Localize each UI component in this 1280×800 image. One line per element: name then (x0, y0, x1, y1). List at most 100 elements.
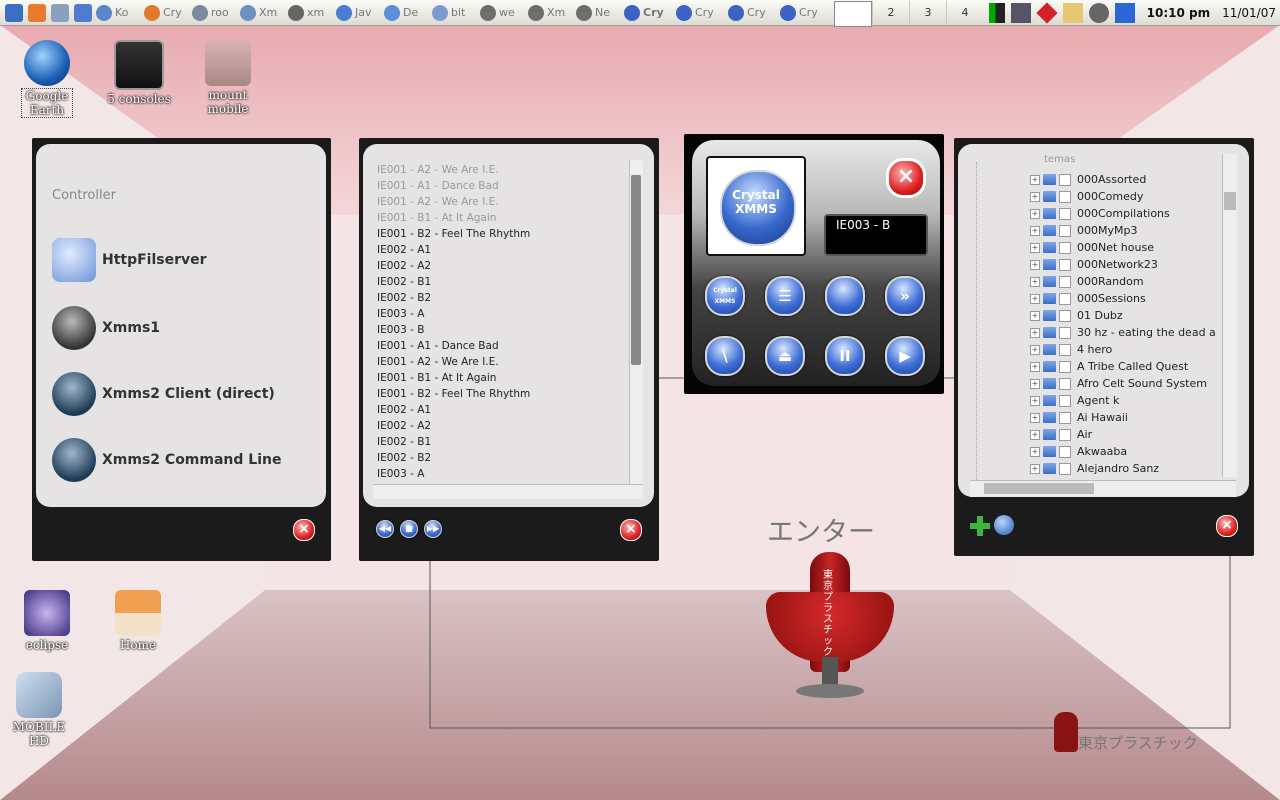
playlist-row[interactable]: IE001 - A1 - Dance Bad (377, 180, 499, 192)
playlist-row[interactable]: IE002 - A1 (377, 244, 431, 256)
expand-icon[interactable]: + (1030, 259, 1040, 270)
tree-item[interactable]: + Alejandro Sanz (1030, 460, 1159, 477)
playlist-row[interactable]: IE001 - A2 - We Are I.E. (377, 164, 499, 176)
tree-hscrollbar[interactable] (970, 480, 1236, 497)
expand-icon[interactable]: + (1030, 327, 1040, 338)
taskbar-task[interactable]: Ko (96, 2, 140, 24)
playlist-row[interactable]: IE001 - B1 - At It Again (377, 372, 496, 384)
previous-button[interactable]: ◀◀ (376, 520, 394, 538)
tree-scrollbar[interactable] (1222, 154, 1237, 477)
taskbar-task[interactable]: xm (288, 2, 332, 24)
tree-item[interactable]: +000Compilations (1030, 205, 1170, 222)
playlist-row[interactable]: IE001 - B2 - Feel The Rhythm (377, 228, 530, 240)
tree-item-checkbox[interactable] (1059, 462, 1071, 475)
tree-item-checkbox[interactable] (1059, 377, 1071, 390)
tree-item-checkbox[interactable] (1059, 292, 1071, 305)
blank-button[interactable] (825, 276, 865, 316)
expand-icon[interactable]: + (1030, 276, 1040, 287)
tree-item[interactable]: + Ai Hawaii (1030, 409, 1128, 426)
tree-item[interactable]: + Agent k (1030, 392, 1119, 409)
expand-icon[interactable]: + (1030, 395, 1040, 406)
pager-desktop-2[interactable]: 2 (872, 0, 909, 25)
taskbar-task[interactable]: Cry (728, 2, 776, 24)
taskbar-task[interactable]: Cry (676, 2, 724, 24)
tree-item-checkbox[interactable] (1059, 241, 1071, 254)
taskbar-task[interactable]: Cry (144, 2, 188, 24)
tree-item[interactable]: +000Assorted (1030, 171, 1146, 188)
next-button[interactable]: ▶▶ (424, 520, 442, 538)
add-icon[interactable] (970, 516, 990, 536)
playlist-row[interactable]: IE002 - B1 (377, 436, 431, 448)
expand-icon[interactable]: + (1030, 463, 1040, 474)
playlist-row[interactable]: IE001 - A2 - We Are I.E. (377, 356, 499, 368)
taskbar-task[interactable]: Cry (780, 2, 828, 24)
show-desktop-icon[interactable] (51, 3, 69, 22)
tree-item-checkbox[interactable] (1059, 360, 1071, 373)
tree-item[interactable]: +000Sessions (1030, 290, 1146, 307)
playlist-row[interactable]: IE002 - B1 (377, 276, 431, 288)
tree-item[interactable]: +30 hz - eating the dead a (1030, 324, 1216, 341)
expand-icon[interactable]: + (1030, 429, 1040, 440)
taskbar-task[interactable]: bit (432, 2, 476, 24)
taskbar-task[interactable]: we (480, 2, 524, 24)
klipper-icon[interactable] (1062, 2, 1083, 23)
play-button[interactable]: ▶ (885, 336, 925, 376)
tree-item-checkbox[interactable] (1059, 326, 1071, 339)
playlist-scrollbar[interactable] (629, 160, 643, 484)
tree-item-checkbox[interactable] (1059, 394, 1071, 407)
expand-icon[interactable]: + (1030, 208, 1040, 219)
playlist-row[interactable]: IE002 - A1 (377, 404, 431, 416)
playlist-row[interactable]: IE001 - B2 - Feel The Rhythm (377, 388, 530, 400)
playlist-button[interactable]: ☰ (765, 276, 805, 316)
tree-item[interactable]: +4 hero (1030, 341, 1112, 358)
launcher-item-xmms1[interactable]: Xmms1 (52, 306, 160, 350)
expand-icon[interactable]: + (1030, 174, 1040, 185)
tree-item-checkbox[interactable] (1059, 207, 1071, 220)
tree-item-checkbox[interactable] (1059, 190, 1071, 203)
tree-item[interactable]: +000Comedy (1030, 188, 1143, 205)
playlist-row[interactable]: IE001 - B1 - At It Again (377, 212, 496, 224)
tree-item-checkbox[interactable] (1059, 275, 1071, 288)
taskbar-task[interactable]: roo (192, 2, 236, 24)
expand-icon[interactable]: + (1030, 310, 1040, 321)
playlist-row[interactable]: IE003 - A (377, 308, 424, 320)
close-icon[interactable]: × (620, 519, 642, 541)
desktop-icon-mobile-hd[interactable]: MOBILE HD (0, 672, 79, 748)
pager-desktop-3[interactable]: 3 (909, 0, 946, 25)
pager-desktop-4[interactable]: 4 (946, 0, 983, 25)
playlist-row[interactable]: IE002 - B2 (377, 292, 431, 304)
close-icon[interactable]: × (886, 158, 926, 198)
expand-icon[interactable]: + (1030, 344, 1040, 355)
wireless-icon[interactable] (1088, 2, 1109, 23)
stop-button[interactable]: ■ (400, 520, 418, 538)
taskbar-task[interactable]: Xm (528, 2, 572, 24)
k-menu-icon[interactable] (5, 3, 23, 22)
battery-icon[interactable] (988, 2, 1005, 23)
playlist-row[interactable]: IE002 - A2 (377, 420, 431, 432)
pause-button[interactable]: II (825, 336, 865, 376)
tree-item[interactable]: +000Network23 (1030, 256, 1158, 273)
tree-item[interactable]: + Afro Celt Sound System (1030, 375, 1207, 392)
eject-button[interactable]: ⏏ (765, 336, 805, 376)
expand-icon[interactable]: + (1030, 242, 1040, 253)
tree-item[interactable]: + Air (1030, 426, 1092, 443)
expand-icon[interactable]: + (1030, 412, 1040, 423)
tree-item-checkbox[interactable] (1059, 411, 1071, 424)
tree-item-checkbox[interactable] (1059, 173, 1071, 186)
desktop-icon-mount-mobile[interactable]: mount mobile (188, 40, 268, 116)
desktop-icon-home[interactable]: Home (98, 590, 178, 652)
playlist[interactable]: IE001 - A2 - We Are I.E. IE001 - A1 - Dan… (373, 160, 629, 500)
expand-icon[interactable]: + (1030, 378, 1040, 389)
tree-item[interactable]: +01 Dubz (1030, 307, 1123, 324)
tree-item[interactable]: + A Tribe Called Quest (1030, 358, 1188, 375)
playlist-row[interactable]: IE002 - B2 (377, 452, 431, 464)
playlist-row[interactable]: IE001 - A2 - We Are I.E. (377, 196, 499, 208)
taskbar-task[interactable]: Ne (576, 2, 620, 24)
tree-item[interactable]: + Akwaaba (1030, 443, 1127, 460)
tree-item-checkbox[interactable] (1059, 309, 1071, 322)
expand-icon[interactable]: + (1030, 191, 1040, 202)
web-globe-icon[interactable] (994, 515, 1014, 535)
date[interactable]: 11/01/07 (1222, 6, 1276, 20)
expand-icon[interactable]: + (1030, 361, 1040, 372)
taskbar-task[interactable]: Jav (336, 2, 380, 24)
